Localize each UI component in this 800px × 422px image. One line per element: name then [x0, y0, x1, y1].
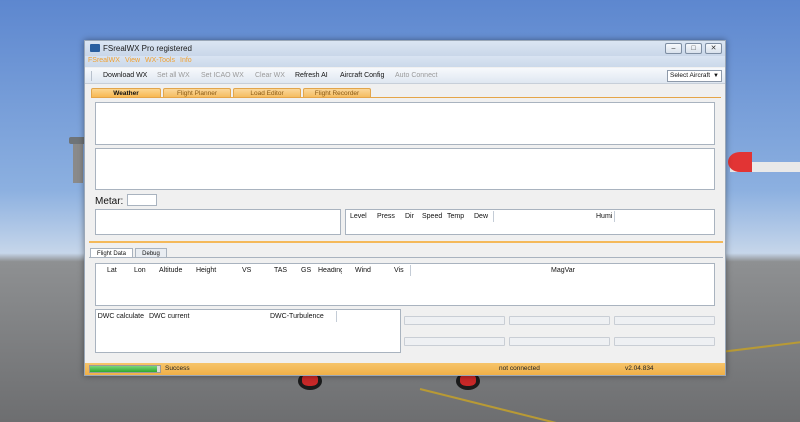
col-temp: Temp	[447, 213, 465, 220]
download-wx-button[interactable]: Download WX	[103, 72, 147, 79]
menu-view[interactable]: View	[125, 57, 140, 64]
tab-underline	[91, 97, 721, 98]
close-button[interactable]: ✕	[705, 43, 722, 54]
aux-button-2[interactable]	[509, 316, 610, 325]
progress-bar	[89, 365, 161, 373]
status-message: Success	[165, 365, 190, 372]
aux-button-1[interactable]	[404, 316, 505, 325]
col-tas: TAS	[274, 267, 288, 274]
col-level: Level	[350, 213, 367, 220]
flight-data-table[interactable]: Lat Lon Altitude Height VS TAS GS Headin…	[95, 263, 715, 306]
col-dwc-turbulence: DWC-Turbulence	[270, 313, 324, 320]
col-wind: Wind	[355, 267, 371, 274]
metar-text-area[interactable]	[95, 209, 341, 235]
column-divider	[493, 211, 494, 222]
aux-button-6[interactable]	[614, 337, 715, 346]
maximize-button[interactable]: □	[685, 43, 702, 54]
set-icao-wx-button[interactable]: Set ICAO WX	[201, 72, 244, 79]
menu-wx-tools[interactable]: WX-Tools	[145, 57, 175, 64]
menu-info[interactable]: Info	[180, 57, 192, 64]
column-divider	[336, 311, 337, 322]
level-table[interactable]: Level Press Dir Speed Temp Dew Humi	[345, 209, 715, 235]
col-gs: GS	[301, 267, 312, 274]
col-vs: VS	[242, 267, 252, 274]
col-altitude: Altitude	[159, 267, 183, 274]
aux-button-3[interactable]	[614, 316, 715, 325]
window-title: FSrealWX Pro registered	[103, 44, 192, 53]
progress-fill	[90, 366, 157, 372]
connection-status: not connected	[499, 365, 540, 372]
col-vis: Vis	[394, 267, 404, 274]
select-aircraft-dropdown[interactable]: Select Aircraft ▼	[667, 70, 722, 82]
weather-text-area-1[interactable]	[95, 102, 715, 145]
weather-text-area-2[interactable]	[95, 148, 715, 190]
col-lat: Lat	[107, 267, 117, 274]
col-magvar: MagVar	[551, 267, 575, 274]
status-bar: Success not connected v2.04.834	[85, 363, 725, 375]
aircraft-config-button[interactable]: Aircraft Config	[340, 72, 384, 79]
auto-connect-button[interactable]: Auto Connect	[395, 72, 437, 79]
col-dwc-calculate-wrap: DWC calculate	[96, 310, 144, 322]
column-divider	[614, 211, 615, 222]
toolbar-grip	[91, 71, 92, 81]
metar-icao-input[interactable]	[127, 194, 157, 206]
col-press: Press	[377, 213, 395, 220]
metar-label: Metar:	[95, 196, 124, 207]
title-bar[interactable]: FSrealWX Pro registered – □ ✕	[85, 41, 725, 56]
aircraft-tail	[728, 152, 752, 172]
menu-bar: FSrealWX View WX-Tools Info	[85, 56, 725, 67]
aux-button-5[interactable]	[509, 337, 610, 346]
splitter[interactable]	[89, 241, 723, 243]
set-all-wx-button[interactable]: Set all WX	[157, 72, 190, 79]
col-dwc-current: DWC current	[149, 313, 190, 320]
version-label: v2.04.834	[625, 365, 654, 372]
col-height: Height	[196, 267, 217, 274]
clear-wx-button[interactable]: Clear WX	[255, 72, 285, 79]
col-speed: Speed	[422, 213, 443, 220]
col-lon: Lon	[134, 267, 146, 274]
col-dew: Dew	[474, 213, 489, 220]
minimize-button[interactable]: –	[665, 43, 682, 54]
refresh-ai-button[interactable]: Refresh AI	[295, 72, 328, 79]
chevron-down-icon: ▼	[713, 73, 719, 79]
col-heading: Heading	[318, 267, 342, 274]
toolbar: Download WX Set all WX Set ICAO WX Clear…	[85, 68, 725, 84]
menu-fsrealwx[interactable]: FSrealWX	[88, 57, 120, 64]
aux-button-4[interactable]	[404, 337, 505, 346]
control-tower	[69, 137, 87, 183]
app-window: FSrealWX Pro registered – □ ✕ FSrealWX V…	[84, 40, 726, 376]
select-aircraft-value: Select Aircraft	[670, 72, 711, 79]
taxiway-line	[419, 388, 566, 422]
bottom-tab-underline	[89, 257, 723, 258]
col-humi: Humi	[596, 213, 613, 220]
dwc-table[interactable]: DWC calculate DWC current DWC-Turbulence	[95, 309, 401, 353]
col-dwc-calculate: DWC calculate	[97, 313, 144, 320]
col-dir: Dir	[405, 213, 414, 220]
app-icon	[90, 44, 100, 52]
column-divider	[410, 265, 411, 276]
